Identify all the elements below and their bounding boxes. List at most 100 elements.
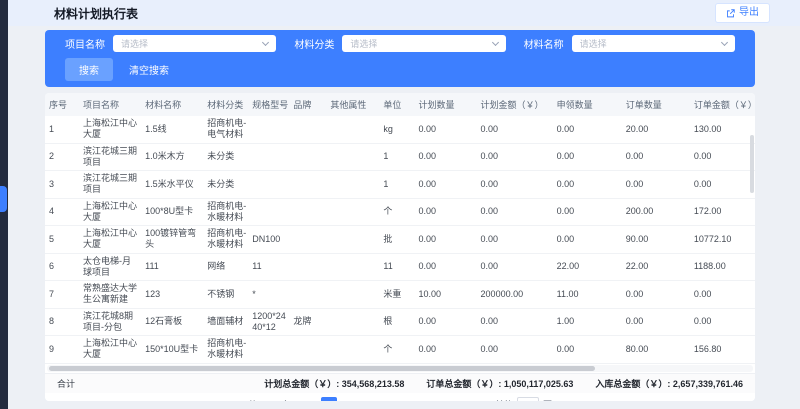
table-cell: 0.00 [414, 226, 476, 254]
search-button[interactable]: 搜索 [65, 58, 113, 81]
table-cell: 1 [45, 116, 79, 143]
table-cell: 22.00 [553, 253, 622, 281]
filter-input-3[interactable] [580, 39, 717, 49]
pager-page-1[interactable]: 1 [321, 397, 337, 402]
table-cell: 2 [45, 143, 79, 171]
chevron-down-icon [492, 39, 499, 46]
table-row[interactable]: 1上海松江中心大厦1.5线招商机电-电气材料kg0.000.000.0020.0… [45, 116, 755, 143]
table-cell: 招商机电-水暖材料 [203, 198, 248, 226]
table-cell: 未分类 [203, 143, 248, 171]
table-cell [248, 116, 289, 143]
filter-select-2[interactable] [342, 35, 505, 52]
table-cell: 10.00 [414, 281, 476, 309]
table-cell: 0.00 [414, 171, 476, 199]
table-cell: 0.00 [477, 143, 553, 171]
column-header: 品牌 [289, 93, 326, 116]
table-cell: 上海松江中心大厦 [79, 336, 141, 364]
summary-item: 计划总金额（￥）: 354,568,213.58 [264, 377, 404, 390]
table-cell: 0.00 [553, 116, 622, 143]
horizontal-scrollbar-track[interactable] [47, 365, 753, 372]
filter-select-1[interactable] [113, 35, 276, 52]
filter-fields: 项目名称 材料分类 材料名称 [65, 35, 735, 52]
horizontal-scrollbar-thumb[interactable] [49, 366, 595, 371]
table-cell: 0.00 [414, 253, 476, 281]
summary-row: 合计 计划总金额（￥）: 354,568,213.58 订单总金额（￥）: 1,0… [45, 373, 755, 393]
sidebar-expand-handle[interactable] [0, 186, 7, 212]
pager-page-2[interactable]: 2 [339, 397, 355, 402]
table-row[interactable]: 5上海松江中心大厦100镀锌管弯头招商机电-水暖材料DN100批0.000.00… [45, 226, 755, 254]
table-row[interactable]: 9上海松江中心大厦150*10U型卡招商机电-水暖材料个0.000.000.00… [45, 336, 755, 364]
table-cell: 1.00 [553, 308, 622, 336]
table-row[interactable]: 2滨江花城三期项目1.0米木方未分类10.000.000.000.000.00 [45, 143, 755, 171]
filter-field-label: 材料分类 [294, 36, 334, 51]
table-cell: 0.00 [414, 143, 476, 171]
table-cell: 0.00 [690, 308, 755, 336]
pager-next-button[interactable]: › [467, 397, 481, 402]
app-screen: 材料计划执行表 导出 项目名称 材料分类 材料名称 搜索 清空搜索 [0, 0, 800, 409]
table-cell: 0.00 [477, 226, 553, 254]
clear-search-link[interactable]: 清空搜索 [129, 62, 169, 77]
table-cell: 1 [379, 171, 414, 199]
vertical-scrollbar-thumb[interactable] [750, 135, 754, 193]
chevron-down-icon [262, 39, 269, 46]
content: 项目名称 材料分类 材料名称 搜索 清空搜索 序号项目名称材料名称材料分类规格型号品… [8, 26, 800, 409]
table-cell: 4 [45, 198, 79, 226]
filter-field-3: 材料名称 [524, 35, 735, 52]
table-cell: 根 [379, 308, 414, 336]
filter-field-label: 项目名称 [65, 36, 105, 51]
table-cell: 0.00 [690, 171, 755, 199]
filter-input-1[interactable] [121, 39, 258, 49]
summary-label: 合计 [57, 377, 75, 390]
pager-pages: 123456···84 [321, 397, 463, 402]
table-row[interactable]: 3滨江花城三期项目1.5米水平仪未分类10.000.000.000.000.00 [45, 171, 755, 199]
table-cell: 0.00 [477, 116, 553, 143]
filter-panel: 项目名称 材料分类 材料名称 搜索 清空搜索 [45, 30, 755, 87]
table-cell: 招商机电-水暖材料 [203, 226, 248, 254]
table-row[interactable]: 7常熟盛达大学生公寓新建123不锈钢*米重10.00200000.0011.00… [45, 281, 755, 309]
table-cell: 0.00 [414, 116, 476, 143]
column-header: 项目名称 [79, 93, 141, 116]
table-cell: 滨江花城三期项目 [79, 171, 141, 199]
chevron-down-icon [721, 39, 728, 46]
pager-prev-button[interactable]: ‹ [303, 397, 317, 402]
table-cell: 0.00 [477, 253, 553, 281]
summary-item-label: 订单总金额（￥）: [426, 379, 501, 389]
table-cell: 80.00 [622, 336, 690, 364]
filter-select-3[interactable] [572, 35, 735, 52]
table-cell: kg [379, 116, 414, 143]
collapsed-sidebar[interactable] [0, 0, 8, 409]
pager-page-3[interactable]: 3 [357, 397, 373, 402]
filter-field-1: 项目名称 [65, 35, 276, 52]
table-cell: 0.00 [553, 226, 622, 254]
pager-ellipsis[interactable]: ··· [429, 397, 445, 402]
table-cell: 网络 [203, 253, 248, 281]
table-cell [326, 336, 379, 364]
table-cell: 1200*2440*12 [248, 308, 289, 336]
table-cell: 9 [45, 336, 79, 364]
pager-page-5[interactable]: 5 [393, 397, 409, 402]
pager-page-6[interactable]: 6 [411, 397, 427, 402]
filter-field-2: 材料分类 [294, 35, 505, 52]
filter-field-label: 材料名称 [524, 36, 564, 51]
table-row[interactable]: 6太仓电梯-月球项目111网络11110.000.0022.0022.00118… [45, 253, 755, 281]
table-cell: 90.00 [622, 226, 690, 254]
table-row[interactable]: 4上海松江中心大厦100*8U型卡招商机电-水暖材料个0.000.000.002… [45, 198, 755, 226]
pager-page-4[interactable]: 4 [375, 397, 391, 402]
table-cell: 1.5线 [141, 116, 203, 143]
summary-item: 订单总金额（￥）: 1,050,117,025.63 [426, 377, 573, 390]
goto-prefix: 前往 [495, 398, 513, 401]
table-cell [289, 116, 326, 143]
table-header-row: 序号项目名称材料名称材料分类规格型号品牌其他属性单位计划数量计划金额（￥）申领数… [45, 93, 755, 116]
page-title: 材料计划执行表 [54, 5, 138, 22]
goto-page-input[interactable] [517, 397, 539, 401]
pager-page-84[interactable]: 84 [447, 397, 463, 402]
table-cell: 0.00 [477, 336, 553, 364]
table-cell: 招商机电-电气材料 [203, 116, 248, 143]
table-cell: 个 [379, 198, 414, 226]
summary-totals: 计划总金额（￥）: 354,568,213.58 订单总金额（￥）: 1,050,… [264, 377, 743, 390]
filter-input-2[interactable] [350, 39, 487, 49]
table-cell: 111 [141, 253, 203, 281]
pager-goto: 前往 页 [495, 397, 552, 401]
table-row[interactable]: 8滨江花城8期项目-分包12石膏板墙面辅材1200*2440*12龙牌根0.00… [45, 308, 755, 336]
export-button[interactable]: 导出 [715, 3, 770, 23]
